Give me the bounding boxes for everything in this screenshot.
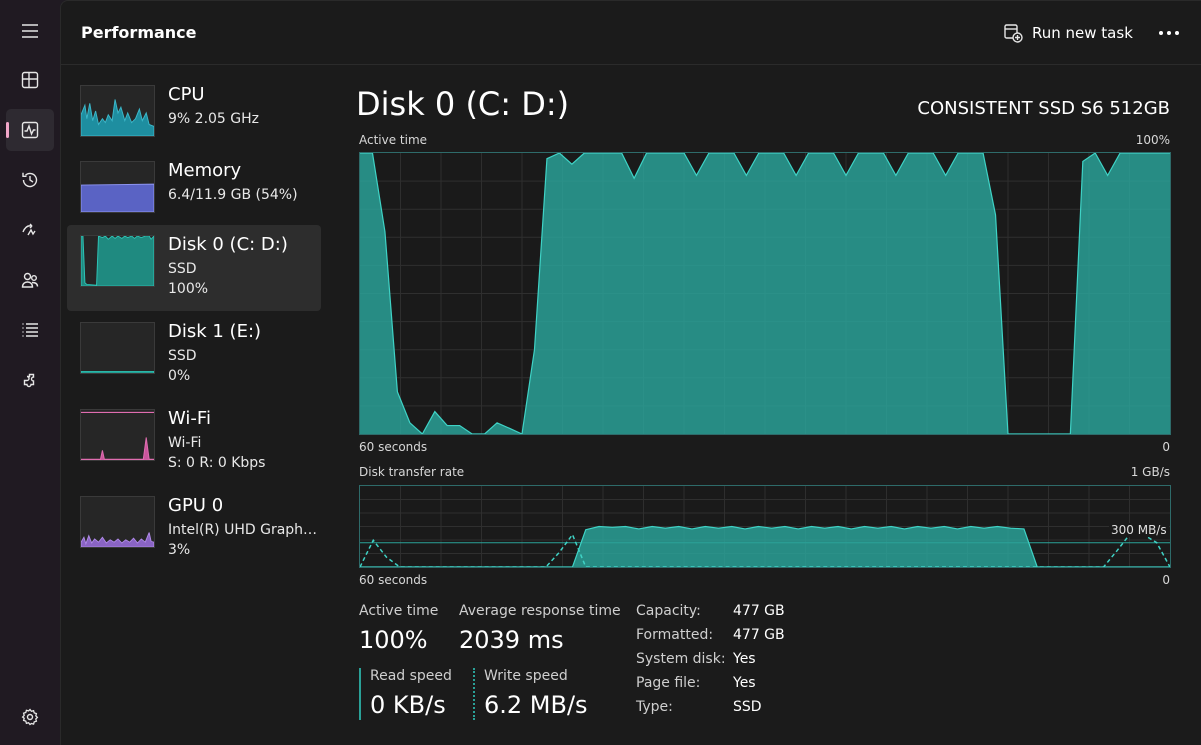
- performance-icon[interactable]: [6, 109, 54, 151]
- active-time-max-label: 100%: [1135, 133, 1170, 147]
- transfer-rate-max-label: 1 GB/s: [1130, 465, 1170, 479]
- resource-usage: 3%: [168, 542, 191, 558]
- resource-name: Memory: [168, 160, 242, 181]
- resource-name: Disk 1 (E:): [168, 321, 262, 342]
- performance-page: Performance Run new task CPU 9% 2.05 GHz…: [60, 0, 1201, 745]
- read-speed-value: 0 KB/s: [370, 691, 446, 719]
- run-new-task-label: Run new task: [1032, 24, 1133, 42]
- write-speed-label: Write speed: [484, 668, 568, 684]
- active-time-stat-label: Active time: [359, 603, 439, 619]
- write-speed-value: 6.2 MB/s: [484, 691, 588, 719]
- resource-detail: Intel(R) UHD Graphics: [168, 522, 320, 538]
- resource-detail: SSD: [168, 261, 197, 277]
- processes-icon[interactable]: [6, 59, 54, 101]
- resource-detail: 9% 2.05 GHz: [168, 111, 260, 127]
- device-model: CONSISTENT SSD S6 512GB: [917, 98, 1170, 119]
- startup-apps-icon[interactable]: [6, 209, 54, 251]
- more-options-button[interactable]: [1149, 13, 1189, 53]
- property-value: Yes: [733, 651, 756, 667]
- gpu-thumbnail-graph: [80, 496, 155, 548]
- property-key: Capacity:: [636, 603, 701, 619]
- property-key: Formatted:: [636, 627, 714, 643]
- active-time-stat-value: 100%: [359, 626, 428, 654]
- resource-item-cpu[interactable]: CPU 9% 2.05 GHz: [67, 75, 321, 161]
- active-time-graph-label: Active time: [359, 133, 428, 147]
- run-task-icon: [1004, 24, 1023, 43]
- resource-item-wifi[interactable]: Wi-Fi Wi-Fi S: 0 R: 0 Kbps: [67, 399, 321, 485]
- page-title: Performance: [81, 23, 197, 42]
- property-value: SSD: [733, 699, 762, 715]
- hamburger-menu-icon[interactable]: [6, 10, 54, 52]
- nav-rail: [0, 0, 60, 745]
- active-time-chart: [360, 153, 1170, 434]
- detail-title: Disk 0 (C: D:): [356, 85, 570, 123]
- transfer-rate-marker-label: 300 MB/s: [1109, 523, 1169, 537]
- more-dot: [1159, 31, 1163, 35]
- read-speed-label: Read speed: [370, 668, 452, 684]
- property-value: 477 GB: [733, 603, 785, 619]
- resource-item-gpu-0[interactable]: GPU 0 Intel(R) UHD Graphics 3%: [67, 486, 321, 572]
- avg-response-label: Average response time: [459, 603, 621, 619]
- disk1-thumbnail-graph: [80, 322, 155, 374]
- cpu-thumbnail-graph: [80, 85, 155, 137]
- transfer-rate-graph-label: Disk transfer rate: [359, 465, 465, 479]
- resource-detail: SSD: [168, 348, 197, 364]
- resource-usage: S: 0 R: 0 Kbps: [168, 455, 266, 471]
- header-bar: Performance Run new task: [61, 1, 1201, 65]
- transfer-rate-chart: [360, 486, 1170, 567]
- resource-name: CPU: [168, 84, 205, 105]
- active-time-graph: [359, 152, 1171, 435]
- property-value: 477 GB: [733, 627, 785, 643]
- transfer-rate-duration-label: 60 seconds: [359, 573, 428, 587]
- services-icon[interactable]: [6, 359, 54, 401]
- resource-usage: 0%: [168, 368, 191, 384]
- users-icon[interactable]: [6, 259, 54, 301]
- app-history-icon[interactable]: [6, 159, 54, 201]
- property-key: Page file:: [636, 675, 701, 691]
- active-time-duration-label: 60 seconds: [359, 440, 428, 454]
- more-dot: [1167, 31, 1171, 35]
- resource-name: Disk 0 (C: D:): [168, 234, 288, 255]
- resource-name: Wi-Fi: [168, 408, 211, 429]
- memory-thumbnail-graph: [80, 161, 155, 213]
- resource-item-disk-1[interactable]: Disk 1 (E:) SSD 0%: [67, 312, 321, 398]
- property-value: Yes: [733, 675, 756, 691]
- resource-usage: 100%: [168, 281, 209, 297]
- resource-item-disk-0[interactable]: Disk 0 (C: D:) SSD 100%: [67, 225, 321, 311]
- wifi-thumbnail-graph: [80, 409, 155, 461]
- transfer-rate-graph: [359, 485, 1171, 568]
- resource-detail: 6.4/11.9 GB (54%): [168, 187, 298, 203]
- settings-icon[interactable]: [6, 696, 54, 738]
- disk0-thumbnail-graph: [80, 235, 155, 287]
- more-dot: [1175, 31, 1179, 35]
- property-key: System disk:: [636, 651, 726, 667]
- resource-name: GPU 0: [168, 495, 224, 516]
- property-key: Type:: [636, 699, 673, 715]
- active-time-min-label: 0: [1162, 440, 1170, 454]
- read-speed-indicator: [359, 668, 361, 720]
- details-icon[interactable]: [6, 309, 54, 351]
- resource-detail: Wi-Fi: [168, 435, 202, 451]
- avg-response-value: 2039 ms: [459, 626, 564, 654]
- transfer-rate-min-label: 0: [1162, 573, 1170, 587]
- write-speed-indicator: [473, 668, 475, 720]
- run-new-task-button[interactable]: Run new task: [991, 13, 1145, 53]
